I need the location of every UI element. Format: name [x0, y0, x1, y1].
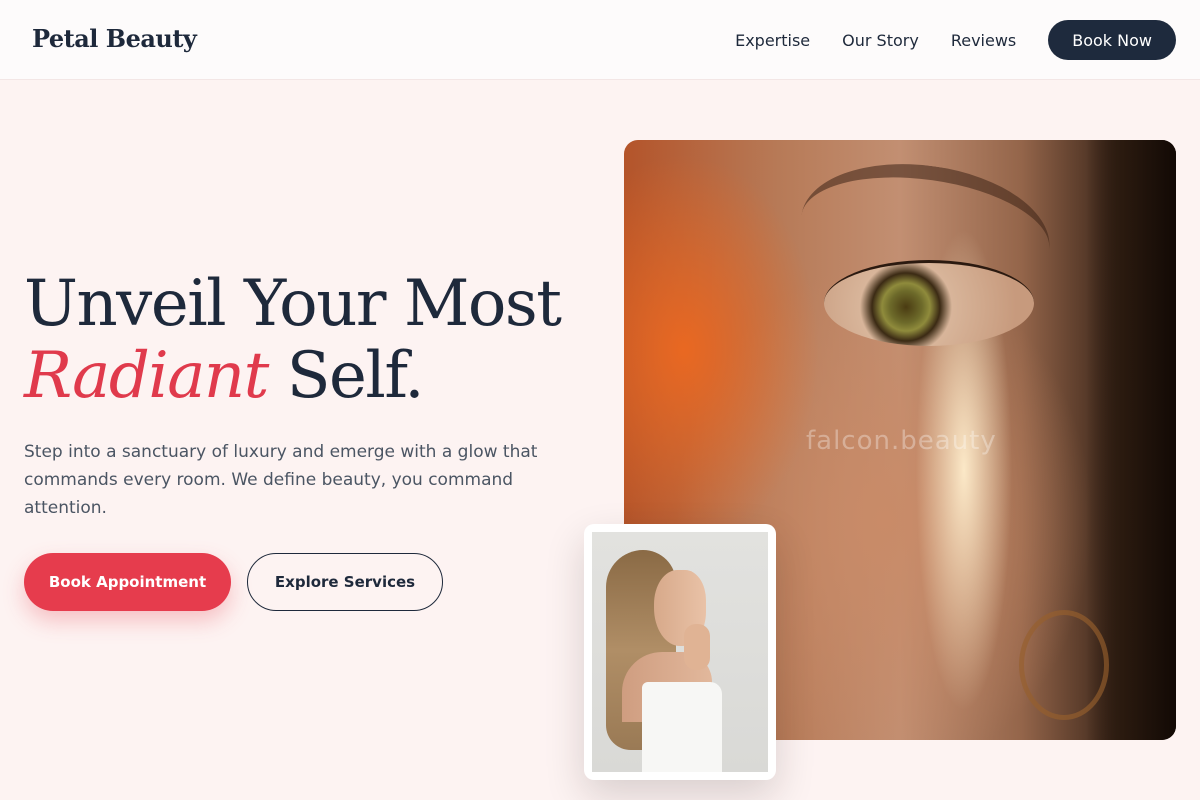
- portrait-eyebrow: [799, 148, 1059, 264]
- headline-accent-word: Radiant: [24, 339, 269, 413]
- hero-headline: Unveil Your Most Radiant Self.: [24, 268, 604, 412]
- portrait-eye: [824, 260, 1034, 346]
- explore-services-button[interactable]: Explore Services: [247, 553, 443, 611]
- site-header: Petal Beauty Expertise Our Story Reviews…: [0, 0, 1200, 80]
- brand-logo[interactable]: Petal Beauty: [32, 24, 197, 53]
- secondary-portrait-card: [584, 524, 776, 780]
- book-appointment-button[interactable]: Book Appointment: [24, 553, 231, 611]
- card-hand-shape: [684, 624, 710, 670]
- headline-line-1: Unveil Your Most: [24, 267, 562, 341]
- headline-end-word: Self.: [286, 339, 425, 413]
- nav-link-our-story[interactable]: Our Story: [842, 31, 919, 50]
- card-dress-shape: [642, 682, 722, 772]
- main-nav: Expertise Our Story Reviews Book Now: [735, 20, 1176, 60]
- nav-link-reviews[interactable]: Reviews: [951, 31, 1016, 50]
- hero-subtext: Step into a sanctuary of luxury and emer…: [24, 442, 538, 518]
- hero-section: Unveil Your Most Radiant Self. Step into…: [0, 80, 1200, 800]
- portrait-earring: [1019, 610, 1109, 720]
- image-watermark: falcon.beauty: [806, 426, 997, 456]
- secondary-portrait-image: [592, 532, 768, 772]
- nav-link-expertise[interactable]: Expertise: [735, 31, 810, 50]
- book-now-button[interactable]: Book Now: [1048, 20, 1176, 60]
